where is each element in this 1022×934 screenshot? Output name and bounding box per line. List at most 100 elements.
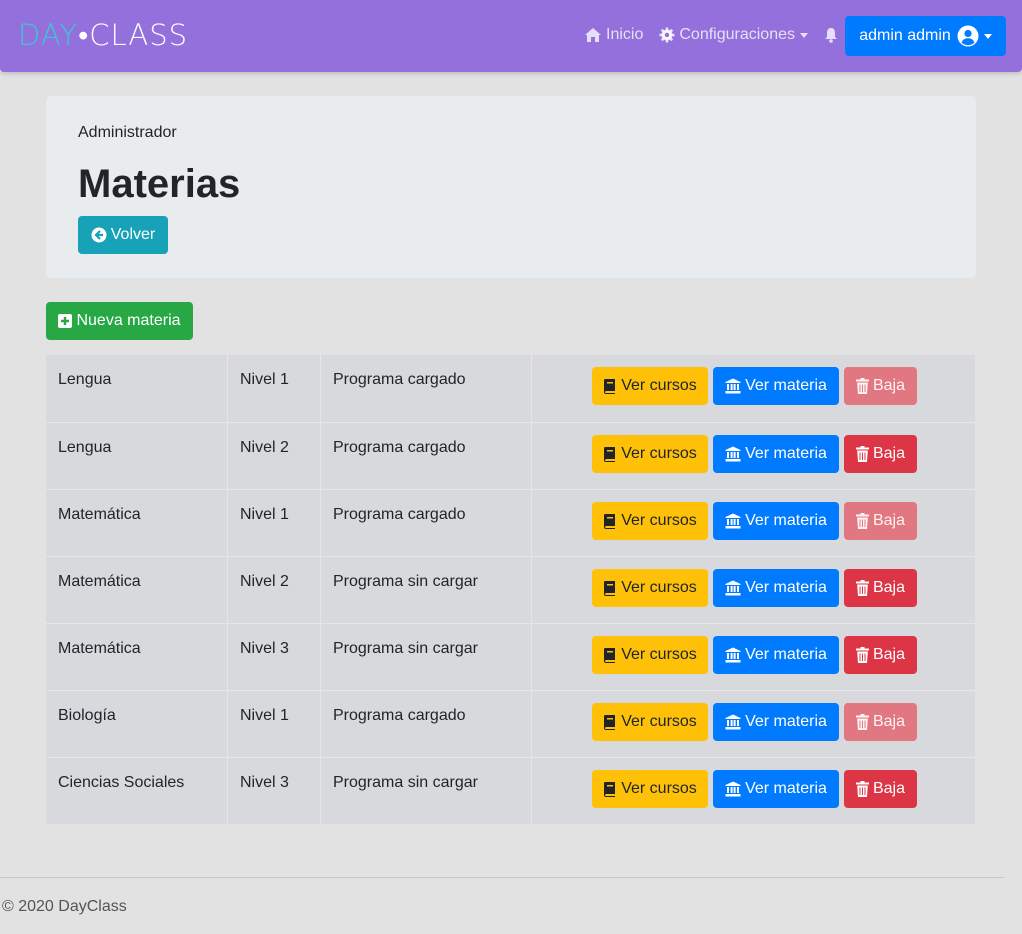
brand-logo[interactable]: DAY•CLASS	[18, 18, 188, 53]
university-icon	[725, 781, 741, 797]
table-row: Biología Nivel 1 Programa cargado Ver curso…	[46, 690, 975, 758]
view-subject-label: Ver materia	[745, 579, 827, 596]
view-subject-button[interactable]: Ver materia	[713, 636, 839, 674]
delete-subject-button[interactable]: Baja	[844, 435, 917, 473]
university-icon	[725, 446, 741, 462]
view-courses-label: Ver cursos	[621, 713, 697, 730]
chevron-down-icon	[983, 33, 992, 39]
view-courses-button[interactable]: Ver cursos	[592, 502, 708, 540]
view-courses-button[interactable]: Ver cursos	[592, 636, 708, 674]
notifications-bell[interactable]	[824, 27, 842, 43]
view-courses-label: Ver cursos	[621, 445, 697, 462]
brand-class: CLASS	[89, 18, 189, 52]
subject-level-cell: Nivel 2	[227, 557, 320, 624]
table-row: Lengua Nivel 1 Programa cargado Ver cursos V…	[46, 355, 975, 422]
university-icon	[725, 378, 741, 394]
program-status-cell: Programa sin cargar	[320, 624, 531, 691]
subject-name-cell: Lengua	[58, 439, 112, 456]
view-subject-button[interactable]: Ver materia	[713, 367, 839, 405]
nav-home-link[interactable]: Inicio	[584, 26, 643, 44]
row-actions-cell: Ver cursos Ver materia Baja	[531, 624, 975, 691]
subject-name-cell: Ciencias Sociales	[58, 774, 185, 791]
subject-level-cell: Nivel 2	[227, 423, 320, 490]
footer-divider	[0, 877, 1004, 878]
user-menu-button[interactable]: admin admin	[845, 16, 1006, 56]
view-subject-button[interactable]: Ver materia	[713, 703, 839, 741]
book-icon	[604, 581, 616, 596]
view-courses-button[interactable]: Ver cursos	[592, 703, 708, 741]
delete-subject-button[interactable]: Baja	[844, 569, 917, 607]
delete-subject-button[interactable]: Baja	[844, 770, 917, 808]
table-row: Matemática Nivel 3 Programa sin cargar Ver …	[46, 623, 975, 691]
view-subject-label: Ver materia	[745, 646, 827, 663]
book-icon	[604, 447, 616, 462]
view-courses-button[interactable]: Ver cursos	[592, 435, 708, 473]
nav-home-label: Inicio	[606, 26, 644, 43]
footer-copyright: © 2020 DayClass	[2, 898, 127, 915]
brand-day: DAY	[18, 18, 79, 52]
view-subject-button[interactable]: Ver materia	[713, 435, 839, 473]
subject-name-cell: Lengua	[58, 371, 112, 388]
trash-icon	[855, 781, 869, 797]
book-icon	[604, 648, 616, 663]
view-courses-label: Ver cursos	[621, 377, 697, 394]
trash-icon	[855, 446, 869, 462]
trash-icon	[855, 714, 869, 730]
back-button[interactable]: Volver	[78, 216, 168, 254]
row-actions-cell: Ver cursos Ver materia Baja	[531, 355, 975, 422]
program-status-cell: Programa sin cargar	[320, 557, 531, 624]
view-courses-button[interactable]: Ver cursos	[592, 569, 708, 607]
home-icon	[585, 28, 601, 42]
user-role-label: Administrador	[78, 124, 177, 141]
delete-subject-label: Baja	[872, 780, 906, 797]
university-icon	[725, 647, 741, 663]
view-subject-button[interactable]: Ver materia	[713, 569, 839, 607]
row-actions-cell: Ver cursos Ver materia Baja	[531, 490, 975, 557]
plus-square-icon	[58, 314, 73, 328]
view-courses-label: Ver cursos	[621, 780, 697, 797]
view-courses-label: Ver cursos	[621, 646, 697, 663]
row-actions-cell: Ver cursos Ver materia Baja	[531, 423, 975, 490]
subjects-table: Lengua Nivel 1 Programa cargado Ver cursos V…	[46, 355, 975, 825]
table-row: Matemática Nivel 2 Programa sin cargar Ver …	[46, 556, 975, 624]
university-icon	[725, 513, 741, 529]
university-icon	[725, 714, 741, 730]
view-courses-label: Ver cursos	[621, 579, 697, 596]
nav-config-dropdown[interactable]: Configuraciones	[659, 26, 808, 44]
new-subject-label: Nueva materia	[76, 312, 181, 329]
subject-level-cell: Nivel 3	[227, 758, 320, 825]
top-navbar: DAY•CLASS Inicio Configuraciones admin a…	[0, 0, 1022, 72]
view-courses-button[interactable]: Ver cursos	[592, 367, 708, 405]
book-icon	[604, 715, 616, 730]
delete-subject-label: Baja	[872, 646, 906, 663]
subject-name-cell: Matemática	[58, 640, 141, 657]
table-row: Lengua Nivel 2 Programa cargado Ver cursos V…	[46, 422, 975, 490]
book-icon	[604, 514, 616, 529]
new-subject-button[interactable]: Nueva materia	[46, 302, 193, 340]
program-status-cell: Programa cargado	[320, 355, 531, 422]
delete-subject-label: Baja	[872, 377, 906, 394]
view-subject-label: Ver materia	[745, 713, 827, 730]
view-subject-button[interactable]: Ver materia	[713, 770, 839, 808]
delete-subject-button[interactable]: Baja	[844, 636, 917, 674]
view-subject-button[interactable]: Ver materia	[713, 502, 839, 540]
trash-icon	[855, 580, 869, 596]
university-icon	[725, 580, 741, 596]
bell-icon	[824, 28, 837, 43]
table-row: Matemática Nivel 1 Programa cargado Ver cur…	[46, 489, 975, 557]
delete-subject-label: Baja	[872, 445, 906, 462]
row-actions-cell: Ver cursos Ver materia Baja	[531, 691, 975, 758]
trash-icon	[855, 647, 869, 663]
view-subject-label: Ver materia	[745, 780, 827, 797]
subject-level-cell: Nivel 1	[227, 490, 320, 557]
delete-subject-button: Baja	[844, 367, 917, 405]
table-row: Ciencias Sociales Nivel 3 Programa sin car…	[46, 757, 975, 825]
subject-name-cell: Matemática	[58, 573, 141, 590]
view-courses-button[interactable]: Ver cursos	[592, 770, 708, 808]
delete-subject-button: Baja	[844, 703, 917, 741]
delete-subject-label: Baja	[872, 579, 906, 596]
trash-icon	[855, 378, 869, 394]
subject-name-cell: Matemática	[58, 506, 141, 523]
subject-level-cell: Nivel 3	[227, 624, 320, 691]
subject-level-cell: Nivel 1	[227, 691, 320, 758]
